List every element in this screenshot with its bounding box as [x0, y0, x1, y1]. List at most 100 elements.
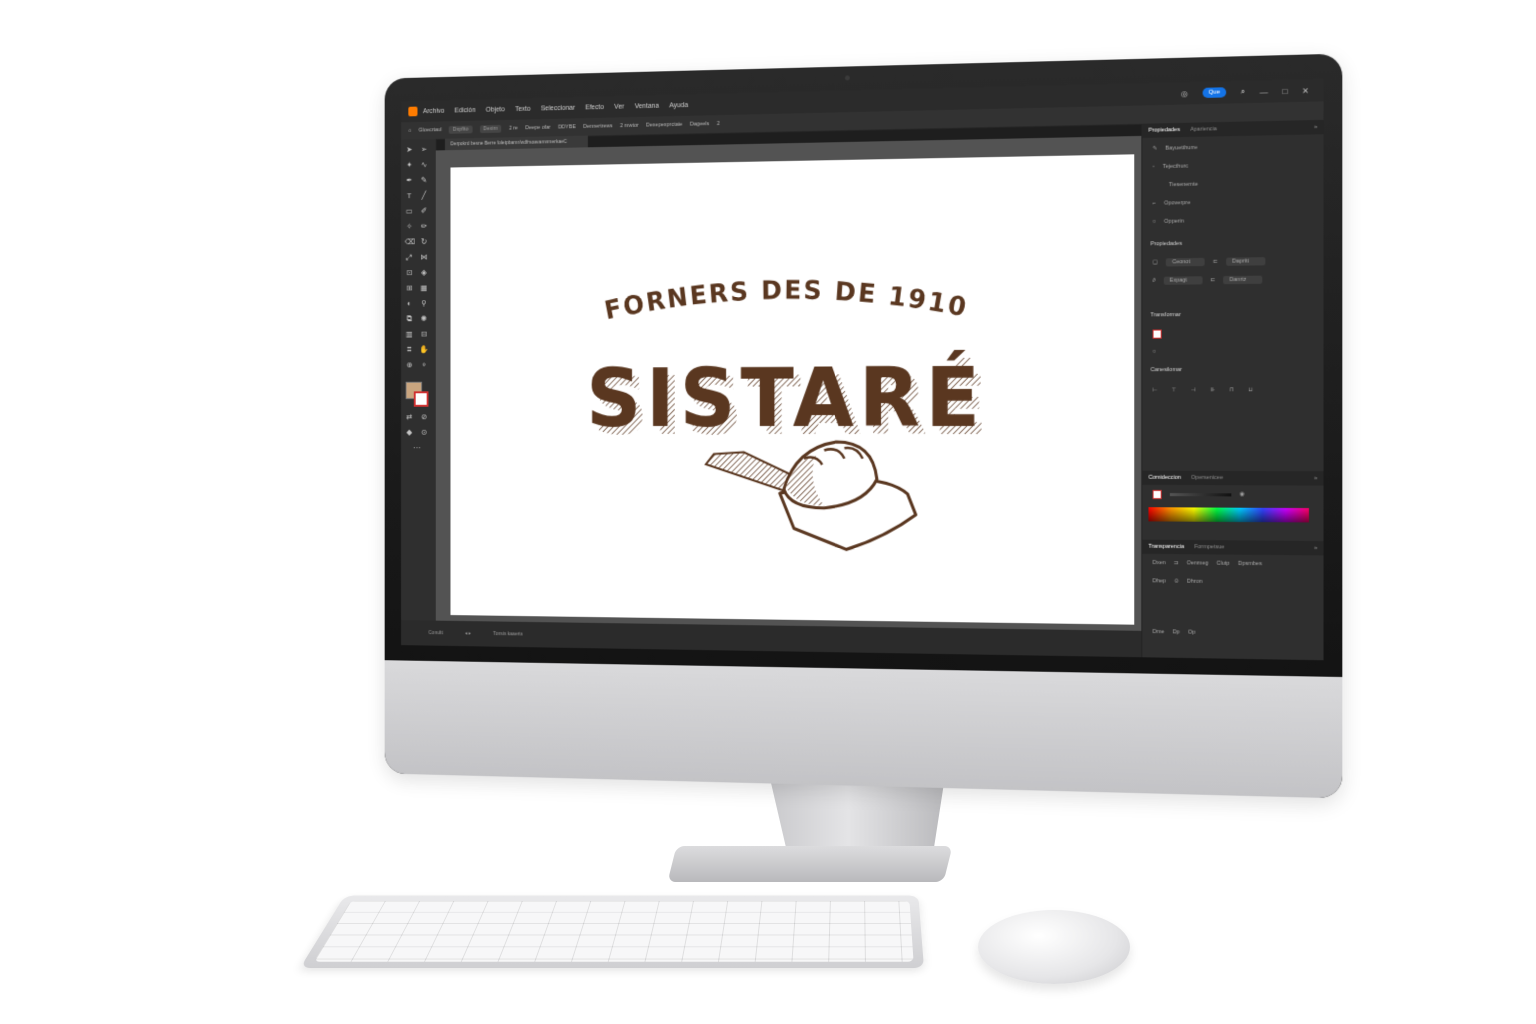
panel-row[interactable]: ⌐ Opoverpre: [1153, 196, 1314, 209]
menu-edicion[interactable]: Edición: [454, 107, 475, 114]
maximize-icon[interactable]: □: [1282, 86, 1287, 95]
tab-color-guide[interactable]: Opersenicee: [1191, 475, 1223, 481]
color-picker-icon[interactable]: ◉: [1240, 491, 1245, 497]
close-icon[interactable]: ✕: [1302, 86, 1309, 95]
control-item[interactable]: 2 mwtor: [620, 123, 638, 129]
control-item[interactable]: Deepe ofar: [525, 125, 550, 131]
menu-ayuda[interactable]: Ayuda: [669, 102, 688, 109]
transparency-panel-collapse-icon[interactable]: »: [1314, 545, 1317, 551]
minimize-icon[interactable]: —: [1260, 87, 1268, 96]
blend-tool-icon[interactable]: ⧉: [405, 314, 414, 324]
tab-color[interactable]: Comideccion: [1148, 475, 1180, 481]
menu-seleccionar[interactable]: Seleccionar: [541, 104, 575, 112]
stroke-color-swatch[interactable]: [413, 391, 429, 407]
menu-objeto[interactable]: Objeto: [486, 106, 505, 113]
slice-tool-icon[interactable]: ⌗: [405, 345, 414, 355]
field-b[interactable]: Danrtz: [1223, 275, 1263, 285]
rectangle-tool-icon[interactable]: ▭: [405, 207, 414, 217]
control-field[interactable]: Dexirn: [479, 124, 502, 134]
type-tool-icon[interactable]: T: [405, 191, 414, 201]
logo-artwork[interactable]: FORNERS DES DE 1910 SISTARÉ SISTARÉ: [450, 154, 1134, 624]
panel-row[interactable]: ○ Opperin: [1153, 215, 1314, 228]
color-spectrum[interactable]: [1148, 507, 1309, 523]
stroke-circle-icon[interactable]: ○: [1153, 349, 1156, 355]
align-center-icon[interactable]: ⊤: [1172, 387, 1177, 393]
panel-row[interactable]: Tiesenemte: [1153, 178, 1314, 191]
option-field[interactable]: Dpsmbes: [1238, 561, 1262, 567]
color-slider[interactable]: [1169, 492, 1232, 496]
share-button[interactable]: Que: [1202, 87, 1227, 98]
eyedropper-tool-icon[interactable]: ⚲: [419, 299, 428, 309]
menu-archivo[interactable]: Archivo: [423, 107, 444, 114]
screen-mode-icon[interactable]: ⊙: [419, 428, 428, 438]
edit-toolbar-icon[interactable]: ⋯: [412, 443, 421, 453]
bottom-item[interactable]: Dp: [1173, 629, 1180, 635]
zoom-readout[interactable]: Conultt: [428, 630, 443, 636]
pencil-tool-icon[interactable]: ✏: [419, 222, 428, 232]
panel-collapse-icon[interactable]: »: [1314, 124, 1317, 130]
swap-colors-icon[interactable]: ⇄: [405, 413, 414, 423]
color-fill-icon[interactable]: [1152, 489, 1162, 499]
mesh-tool-icon[interactable]: ▦: [419, 283, 428, 293]
draw-mode-icon[interactable]: ◆: [405, 428, 414, 438]
eraser-tool-icon[interactable]: ⌫: [405, 237, 415, 247]
canvas-area[interactable]: FORNERS DES DE 1910 SISTARÉ SISTARÉ: [435, 135, 1143, 631]
symbol-sprayer-tool-icon[interactable]: ✺: [419, 314, 428, 324]
align-right-icon[interactable]: ⊣: [1191, 387, 1196, 393]
selection-tool-icon[interactable]: ➤: [405, 145, 414, 155]
mask-field[interactable]: Dhron: [1187, 579, 1202, 585]
free-transform-tool-icon[interactable]: ⊡: [405, 268, 414, 278]
artboard[interactable]: FORNERS DES DE 1910 SISTARÉ SISTARÉ: [450, 154, 1135, 625]
graph-tool-icon[interactable]: ▥: [405, 330, 414, 340]
none-color-icon[interactable]: ⊘: [419, 413, 428, 423]
distribute-icon[interactable]: ⊪: [1210, 387, 1215, 393]
width-tool-icon[interactable]: ⋈: [419, 253, 428, 263]
search-icon[interactable]: ⌕: [1241, 87, 1246, 97]
lasso-tool-icon[interactable]: ∿: [419, 160, 428, 170]
hand-tool-icon[interactable]: ✋: [419, 345, 428, 355]
artboard-tool-icon[interactable]: ⊟: [419, 330, 428, 340]
artboard-nav-icon[interactable]: ◂ ▸: [465, 631, 471, 637]
tab-appearance[interactable]: Apariencia: [1190, 126, 1217, 133]
bottom-item[interactable]: Op: [1188, 630, 1196, 636]
bottom-item[interactable]: Dme: [1153, 629, 1165, 635]
zoom-tool-icon[interactable]: ⊕: [405, 361, 414, 371]
field-a[interactable]: Expagt: [1163, 276, 1203, 285]
menu-ventana[interactable]: Ventana: [635, 102, 659, 109]
control-item[interactable]: 2: [717, 121, 720, 127]
menu-texto[interactable]: Texto: [515, 105, 531, 112]
field-b[interactable]: Dapritt: [1226, 257, 1266, 266]
align-top-icon[interactable]: ⊓: [1229, 387, 1233, 393]
menu-efecto[interactable]: Efecto: [585, 104, 604, 111]
paintbrush-tool-icon[interactable]: ✐: [419, 206, 428, 216]
align-left-icon[interactable]: ⊢: [1153, 387, 1158, 393]
perspective-tool-icon[interactable]: ⊞: [405, 284, 414, 294]
discover-icon[interactable]: ◎: [1181, 89, 1188, 98]
field-a[interactable]: Ceonot: [1165, 257, 1205, 267]
gradient-tool-icon[interactable]: ◐: [405, 299, 414, 309]
panel-row[interactable]: ✎ Bayuetthurre: [1153, 141, 1314, 154]
tab-stroke[interactable]: Formpetsue: [1194, 544, 1224, 550]
align-bottom-icon[interactable]: ⊔: [1248, 387, 1252, 393]
curvature-tool-icon[interactable]: ✎: [419, 176, 428, 186]
fill-swatch-icon[interactable]: [1152, 328, 1162, 339]
home-icon[interactable]: ⌂: [408, 128, 411, 134]
blend-mode-field[interactable]: Oenmeg: [1187, 560, 1209, 566]
tab-properties[interactable]: Propiedades: [1148, 127, 1179, 134]
menu-ver[interactable]: Ver: [614, 103, 624, 110]
shaper-tool-icon[interactable]: ✧: [405, 222, 414, 232]
rotate-tool-icon[interactable]: ↻: [419, 237, 428, 247]
scale-tool-icon[interactable]: ⤢: [405, 253, 414, 263]
control-item[interactable]: Gloecrtaul: [419, 127, 442, 133]
control-item[interactable]: Dexepexprctaie: [646, 122, 682, 129]
line-tool-icon[interactable]: ╱: [419, 191, 428, 201]
magic-wand-tool-icon[interactable]: ✦: [405, 161, 414, 171]
control-item[interactable]: DDYBE: [558, 124, 576, 130]
control-item[interactable]: Dageels: [690, 121, 709, 127]
shape-builder-tool-icon[interactable]: ◈: [419, 268, 428, 278]
control-item[interactable]: 2 re: [509, 125, 518, 131]
panel-row[interactable]: ◦ Tejecthurc: [1153, 159, 1314, 172]
stroke-row[interactable]: ○: [1153, 346, 1314, 357]
pen-tool-icon[interactable]: ✒: [405, 176, 414, 186]
fill-row[interactable]: [1152, 327, 1314, 339]
